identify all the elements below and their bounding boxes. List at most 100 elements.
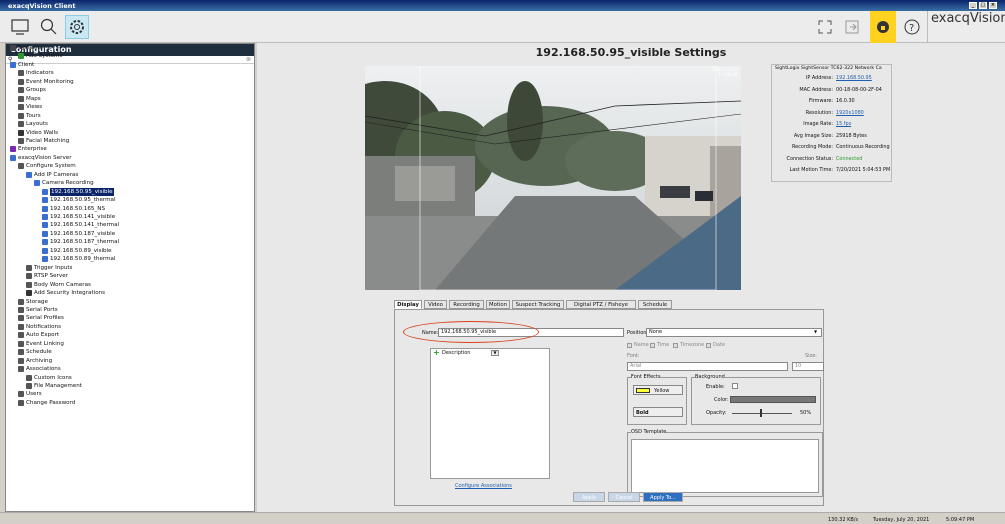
tree-node[interactable]: Add Security Integrations xyxy=(26,289,105,297)
maximize-button[interactable]: □ xyxy=(979,2,987,9)
tree-node[interactable]: Trigger Inputs xyxy=(26,264,72,272)
lock-icon[interactable] xyxy=(870,11,896,43)
tree-node[interactable]: Enterprise xyxy=(10,145,47,153)
archive-icon xyxy=(18,357,24,364)
info-value[interactable]: 15 fps xyxy=(836,120,851,128)
tree-node[interactable]: File Management xyxy=(26,382,82,390)
chevron-down-icon[interactable]: ▼ xyxy=(491,350,499,356)
checkbox[interactable] xyxy=(673,343,678,348)
tree-node[interactable]: Views xyxy=(18,103,42,111)
tree-node[interactable]: Camera Recording xyxy=(34,179,94,187)
tree-node[interactable]: Groups xyxy=(18,86,46,94)
tree-node[interactable]: Add IP Cameras xyxy=(26,171,78,179)
background-color-picker[interactable] xyxy=(730,396,816,403)
tree-node[interactable]: 192.168.50.141_thermal xyxy=(42,221,119,229)
help-icon[interactable]: ? xyxy=(900,15,924,39)
tree-node[interactable]: Layouts xyxy=(18,120,48,128)
tree-node[interactable]: Add Systems xyxy=(18,52,62,60)
tree-node[interactable]: Serial Ports xyxy=(18,306,58,314)
exit-icon[interactable] xyxy=(840,15,864,39)
search-icon[interactable] xyxy=(37,15,61,39)
opacity-slider[interactable] xyxy=(732,413,792,414)
chevron-down-icon[interactable]: ▼ xyxy=(814,329,817,334)
fullscreen-icon[interactable] xyxy=(813,15,837,39)
tree-node[interactable]: Auto Export xyxy=(18,331,59,339)
enable-checkbox[interactable] xyxy=(732,383,738,389)
client-icon xyxy=(10,61,16,68)
info-value[interactable]: 1920x1080 xyxy=(836,109,864,117)
info-value: 16.0.30 xyxy=(836,98,855,104)
size-select[interactable]: 10 xyxy=(792,362,824,371)
font-style-select[interactable]: Bold xyxy=(633,407,683,417)
tree-node[interactable]: Configure System xyxy=(18,162,76,170)
position-select[interactable]: None xyxy=(646,328,822,337)
osd-template-field[interactable] xyxy=(631,439,819,493)
tree-node[interactable]: 192.168.50.89_thermal xyxy=(42,255,116,263)
tree-node[interactable]: Client xyxy=(10,61,34,69)
tree-node-label: Archiving xyxy=(26,357,53,364)
add-icon[interactable]: + xyxy=(433,349,440,357)
tree-node[interactable]: RTSP Server xyxy=(26,272,68,280)
tab-suspect-tracking[interactable]: Suspect Tracking xyxy=(512,300,564,309)
tab-video[interactable]: Video xyxy=(424,300,447,309)
bodycam-icon xyxy=(26,281,32,288)
tab-schedule[interactable]: Schedule xyxy=(638,300,672,309)
export-icon xyxy=(18,332,24,339)
tab-digital-ptz-fisheye[interactable]: Digital PTZ / Fisheye xyxy=(566,300,636,309)
minimize-button[interactable]: _ xyxy=(969,2,977,9)
tree-node[interactable]: Event Monitoring xyxy=(18,78,74,86)
tree-node[interactable]: Notifications xyxy=(18,323,61,331)
tree-node[interactable]: Custom Icons xyxy=(26,374,72,382)
server-icon xyxy=(10,154,16,161)
tree-node-label: Camera Recording xyxy=(42,180,94,187)
tree-node[interactable]: Systems xyxy=(10,44,42,52)
description-box[interactable]: + Description ▼ xyxy=(430,348,550,479)
tree-node-label: 192.168.50.165_NS xyxy=(50,205,106,212)
gear-icon[interactable] xyxy=(65,15,89,39)
opacity-slider-handle[interactable] xyxy=(760,409,762,417)
tab-recording[interactable]: Recording xyxy=(449,300,484,309)
checkbox[interactable] xyxy=(650,343,655,348)
tree-node[interactable]: Body Worn Cameras xyxy=(26,281,91,289)
tree-node[interactable]: Associations xyxy=(18,365,61,373)
info-value: 00-18-08-00-2F-04 xyxy=(836,86,882,93)
tree-node[interactable]: 192.168.50.141_visible xyxy=(42,213,115,221)
tab-motion[interactable]: Motion xyxy=(486,300,510,309)
tree-node[interactable]: Storage xyxy=(18,298,48,306)
tree-node[interactable]: 192.168.50.95_visible xyxy=(42,187,114,196)
info-value[interactable]: 192.168.50.95 xyxy=(836,74,872,82)
configure-associations-link[interactable]: Configure Associations xyxy=(455,483,512,489)
tree-node[interactable]: Schedule xyxy=(18,348,52,356)
close-button[interactable]: × xyxy=(989,2,997,9)
apply-button[interactable]: Apply xyxy=(573,492,605,502)
custom-icon xyxy=(26,374,32,381)
tree-node[interactable]: Change Password xyxy=(18,399,75,407)
font-select[interactable]: Arial xyxy=(627,362,788,371)
tree-node[interactable]: exacqVision Server xyxy=(10,154,72,162)
camera-preview[interactable]: 2021/07/20 17:09:46 xyxy=(365,66,741,290)
tree-node[interactable]: Video Walls xyxy=(18,129,58,137)
tab-display[interactable]: Display xyxy=(394,300,422,309)
tree-node[interactable]: 192.168.50.187_thermal xyxy=(42,238,119,246)
clear-icon[interactable]: ⊗ xyxy=(246,56,251,63)
apply-to-button[interactable]: Apply To... xyxy=(643,492,683,502)
tree-node[interactable]: Users xyxy=(18,390,42,398)
tree-node[interactable]: Maps xyxy=(18,95,41,103)
tree-node[interactable]: Archiving xyxy=(18,357,52,365)
tree-node[interactable]: Indicators xyxy=(18,69,54,77)
tree-node[interactable]: Serial Profiles xyxy=(18,314,64,322)
tree-node[interactable]: 192.168.50.89_visible xyxy=(42,247,112,255)
position-label: Position: xyxy=(627,330,649,336)
tree-node[interactable]: 192.168.50.165_NS xyxy=(42,205,105,213)
font-color-select[interactable]: Yellow xyxy=(633,385,683,395)
tree-node[interactable]: Event Linking xyxy=(18,340,64,348)
cancel-button[interactable]: Cancel xyxy=(608,492,640,502)
tree-node[interactable]: 192.168.50.187_visible xyxy=(42,230,115,238)
checkbox[interactable] xyxy=(706,343,711,348)
tree-node[interactable]: Tours xyxy=(18,112,41,120)
tree-node[interactable]: 192.168.50.95_thermal xyxy=(42,196,116,204)
tree-node[interactable]: Facial Matching xyxy=(18,137,69,145)
monitor-icon[interactable] xyxy=(8,15,32,39)
checkbox[interactable] xyxy=(627,343,632,348)
info-row: Firmware: 16.0.30 xyxy=(772,97,893,105)
